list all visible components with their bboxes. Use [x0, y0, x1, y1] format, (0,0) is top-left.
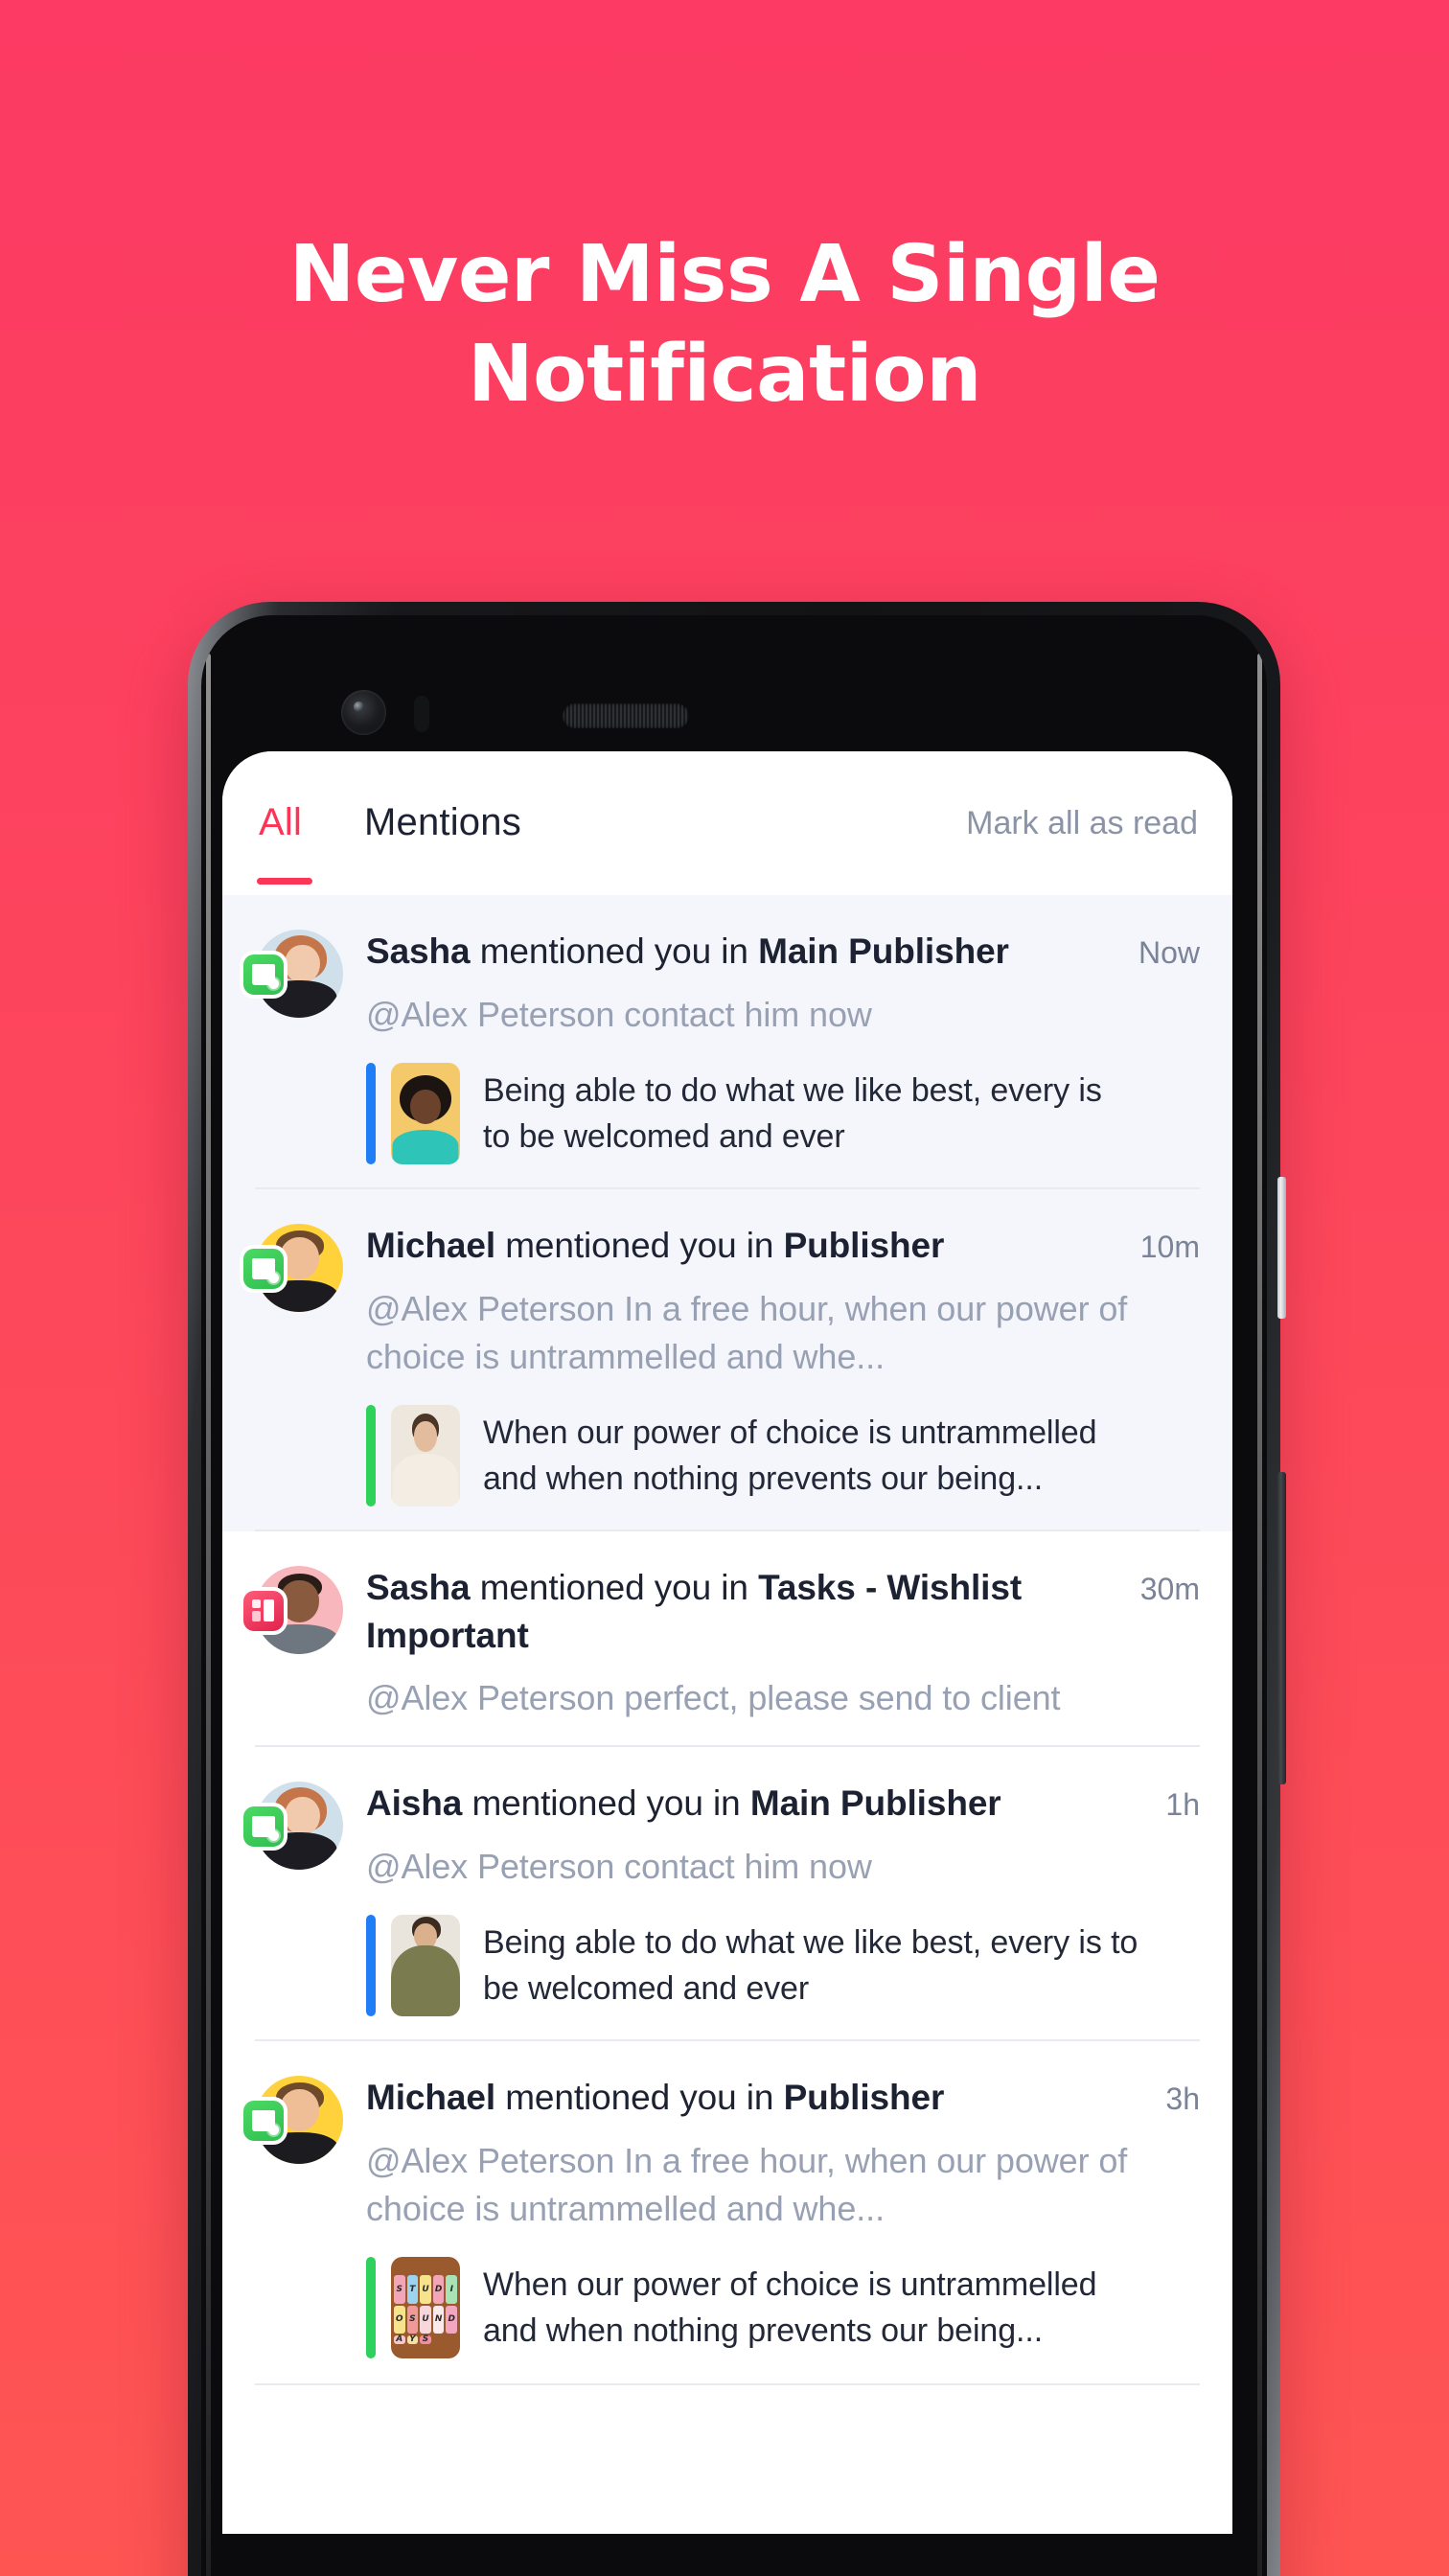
notification-preview: @Alex Peterson perfect, please send to c…	[366, 1678, 1061, 1718]
quote-thumbnail	[391, 1063, 460, 1165]
avatar	[240, 2076, 343, 2165]
notification-time: 10m	[1139, 1230, 1200, 1265]
quote-accent-bar	[366, 1063, 376, 1165]
notification-quote[interactable]: Being able to do what we like best, ever…	[366, 1915, 1154, 2017]
tasks-grid-icon	[240, 1587, 288, 1636]
notification-time: 1h	[1165, 1787, 1200, 1822]
front-camera-icon	[341, 690, 386, 735]
notification-actor: Aisha	[366, 1783, 463, 1823]
calendar-publisher-icon	[240, 2097, 288, 2146]
quote-text: When our power of choice is untrammelled…	[483, 1414, 1097, 1498]
studio-sundays-letter-tiles: STUDIOSUNDAYS	[393, 2275, 458, 2345]
notification-quote[interactable]: When our power of choice is untrammelled…	[366, 1405, 1129, 1507]
notification-actor: Sasha	[366, 932, 471, 971]
notification-action: mentioned you in	[479, 1568, 748, 1608]
notification-content: Michael mentioned you in Publisher @Alex…	[366, 2074, 1165, 2359]
volume-rocker-button[interactable]	[1277, 1472, 1286, 1784]
calendar-publisher-icon	[240, 1245, 288, 1294]
proximity-sensor-icon	[414, 696, 429, 732]
notification-preview: @Alex Peterson contact him now	[366, 994, 872, 1034]
phone-bezel: All Mentions Mark all as read Sasha ment…	[201, 615, 1267, 2576]
quote-thumbnail	[391, 1915, 460, 2017]
notification-quote[interactable]: Being able to do what we like best, ever…	[366, 1063, 1127, 1165]
notification-actor: Michael	[366, 1226, 496, 1266]
phone-right-rail-highlight	[1257, 654, 1262, 2576]
mark-all-as-read-button[interactable]: Mark all as read	[966, 805, 1198, 842]
phone-mockup: All Mentions Mark all as read Sasha ment…	[188, 602, 1286, 2576]
notification-action: mentioned you in	[472, 1783, 741, 1823]
notification-content: Sasha mentioned you in Tasks - Wishlist …	[366, 1564, 1140, 1722]
tab-active-underline	[257, 878, 312, 885]
promo-headline: Never Miss A Single Notification	[288, 228, 1161, 421]
notification-preview: @Alex Peterson contact him now	[366, 1846, 872, 1886]
notification-time: 30m	[1139, 1572, 1200, 1607]
promo-screenshot: Never Miss A Single Notification All Men…	[0, 0, 1449, 2576]
notification-title: Michael mentioned you in Publisher	[366, 1222, 1129, 1270]
quote-accent-bar	[366, 2257, 376, 2359]
quote-thumbnail: STUDIOSUNDAYS	[391, 2257, 460, 2359]
notification-content: Michael mentioned you in Publisher @Alex…	[366, 1222, 1140, 1507]
phone-screen: All Mentions Mark all as read Sasha ment…	[222, 751, 1232, 2534]
notification-preview: @Alex Peterson In a free hour, when our …	[366, 1288, 1128, 1376]
notification-row[interactable]: Sasha mentioned you in Main Publisher @A…	[222, 895, 1232, 1190]
notification-time: 3h	[1165, 2082, 1200, 2117]
notification-action: mentioned you in	[505, 2078, 774, 2118]
notification-target: Publisher	[783, 1226, 945, 1266]
notification-target: Publisher	[783, 2078, 945, 2118]
notification-target: Main Publisher	[749, 1783, 1001, 1823]
notification-action: mentioned you in	[479, 932, 748, 971]
notifications-tabbar: All Mentions Mark all as read	[222, 751, 1232, 895]
quote-text: Being able to do what we like best, ever…	[483, 1923, 1138, 2008]
notification-row[interactable]: Sasha mentioned you in Tasks - Wishlist …	[222, 1531, 1232, 1747]
calendar-publisher-icon	[240, 1803, 288, 1851]
notification-title: Sasha mentioned you in Main Publisher	[366, 928, 1127, 976]
avatar	[240, 1224, 343, 1313]
list-bottom-divider	[255, 2383, 1200, 2386]
notification-actor: Michael	[366, 2078, 496, 2118]
quote-text: Being able to do what we like best, ever…	[483, 1071, 1102, 1156]
notification-content: Sasha mentioned you in Main Publisher @A…	[366, 928, 1138, 1165]
earpiece-speaker-icon	[563, 703, 689, 728]
quote-text: When our power of choice is untrammelled…	[483, 2266, 1097, 2350]
notification-row[interactable]: Michael mentioned you in Publisher @Alex…	[222, 1189, 1232, 1532]
avatar	[240, 1782, 343, 1870]
notification-title: Michael mentioned you in Publisher	[366, 2074, 1154, 2122]
quote-accent-bar	[366, 1915, 376, 2017]
phone-left-rail-highlight	[206, 654, 211, 2576]
notification-target: Main Publisher	[758, 932, 1009, 971]
tab-mentions[interactable]: Mentions	[364, 801, 521, 844]
notification-quote[interactable]: STUDIOSUNDAYS When our power of choice i…	[366, 2257, 1154, 2359]
notification-title: Aisha mentioned you in Main Publisher	[366, 1780, 1154, 1828]
notification-row[interactable]: Aisha mentioned you in Main Publisher @A…	[222, 1747, 1232, 2042]
calendar-publisher-icon	[240, 951, 288, 999]
notification-time: Now	[1138, 935, 1200, 970]
avatar	[240, 1566, 343, 1655]
notification-action: mentioned you in	[505, 1226, 774, 1266]
tab-all[interactable]: All	[259, 801, 302, 844]
notification-row[interactable]: Michael mentioned you in Publisher @Alex…	[222, 2041, 1232, 2384]
notification-content: Aisha mentioned you in Main Publisher @A…	[366, 1780, 1165, 2017]
quote-thumbnail	[391, 1405, 460, 1507]
notification-actor: Sasha	[366, 1568, 471, 1608]
avatar	[240, 930, 343, 1018]
notification-title: Sasha mentioned you in Tasks - Wishlist …	[366, 1564, 1129, 1659]
notification-preview: @Alex Peterson In a free hour, when our …	[366, 2140, 1128, 2228]
quote-accent-bar	[366, 1405, 376, 1507]
power-button[interactable]	[1277, 1177, 1286, 1319]
